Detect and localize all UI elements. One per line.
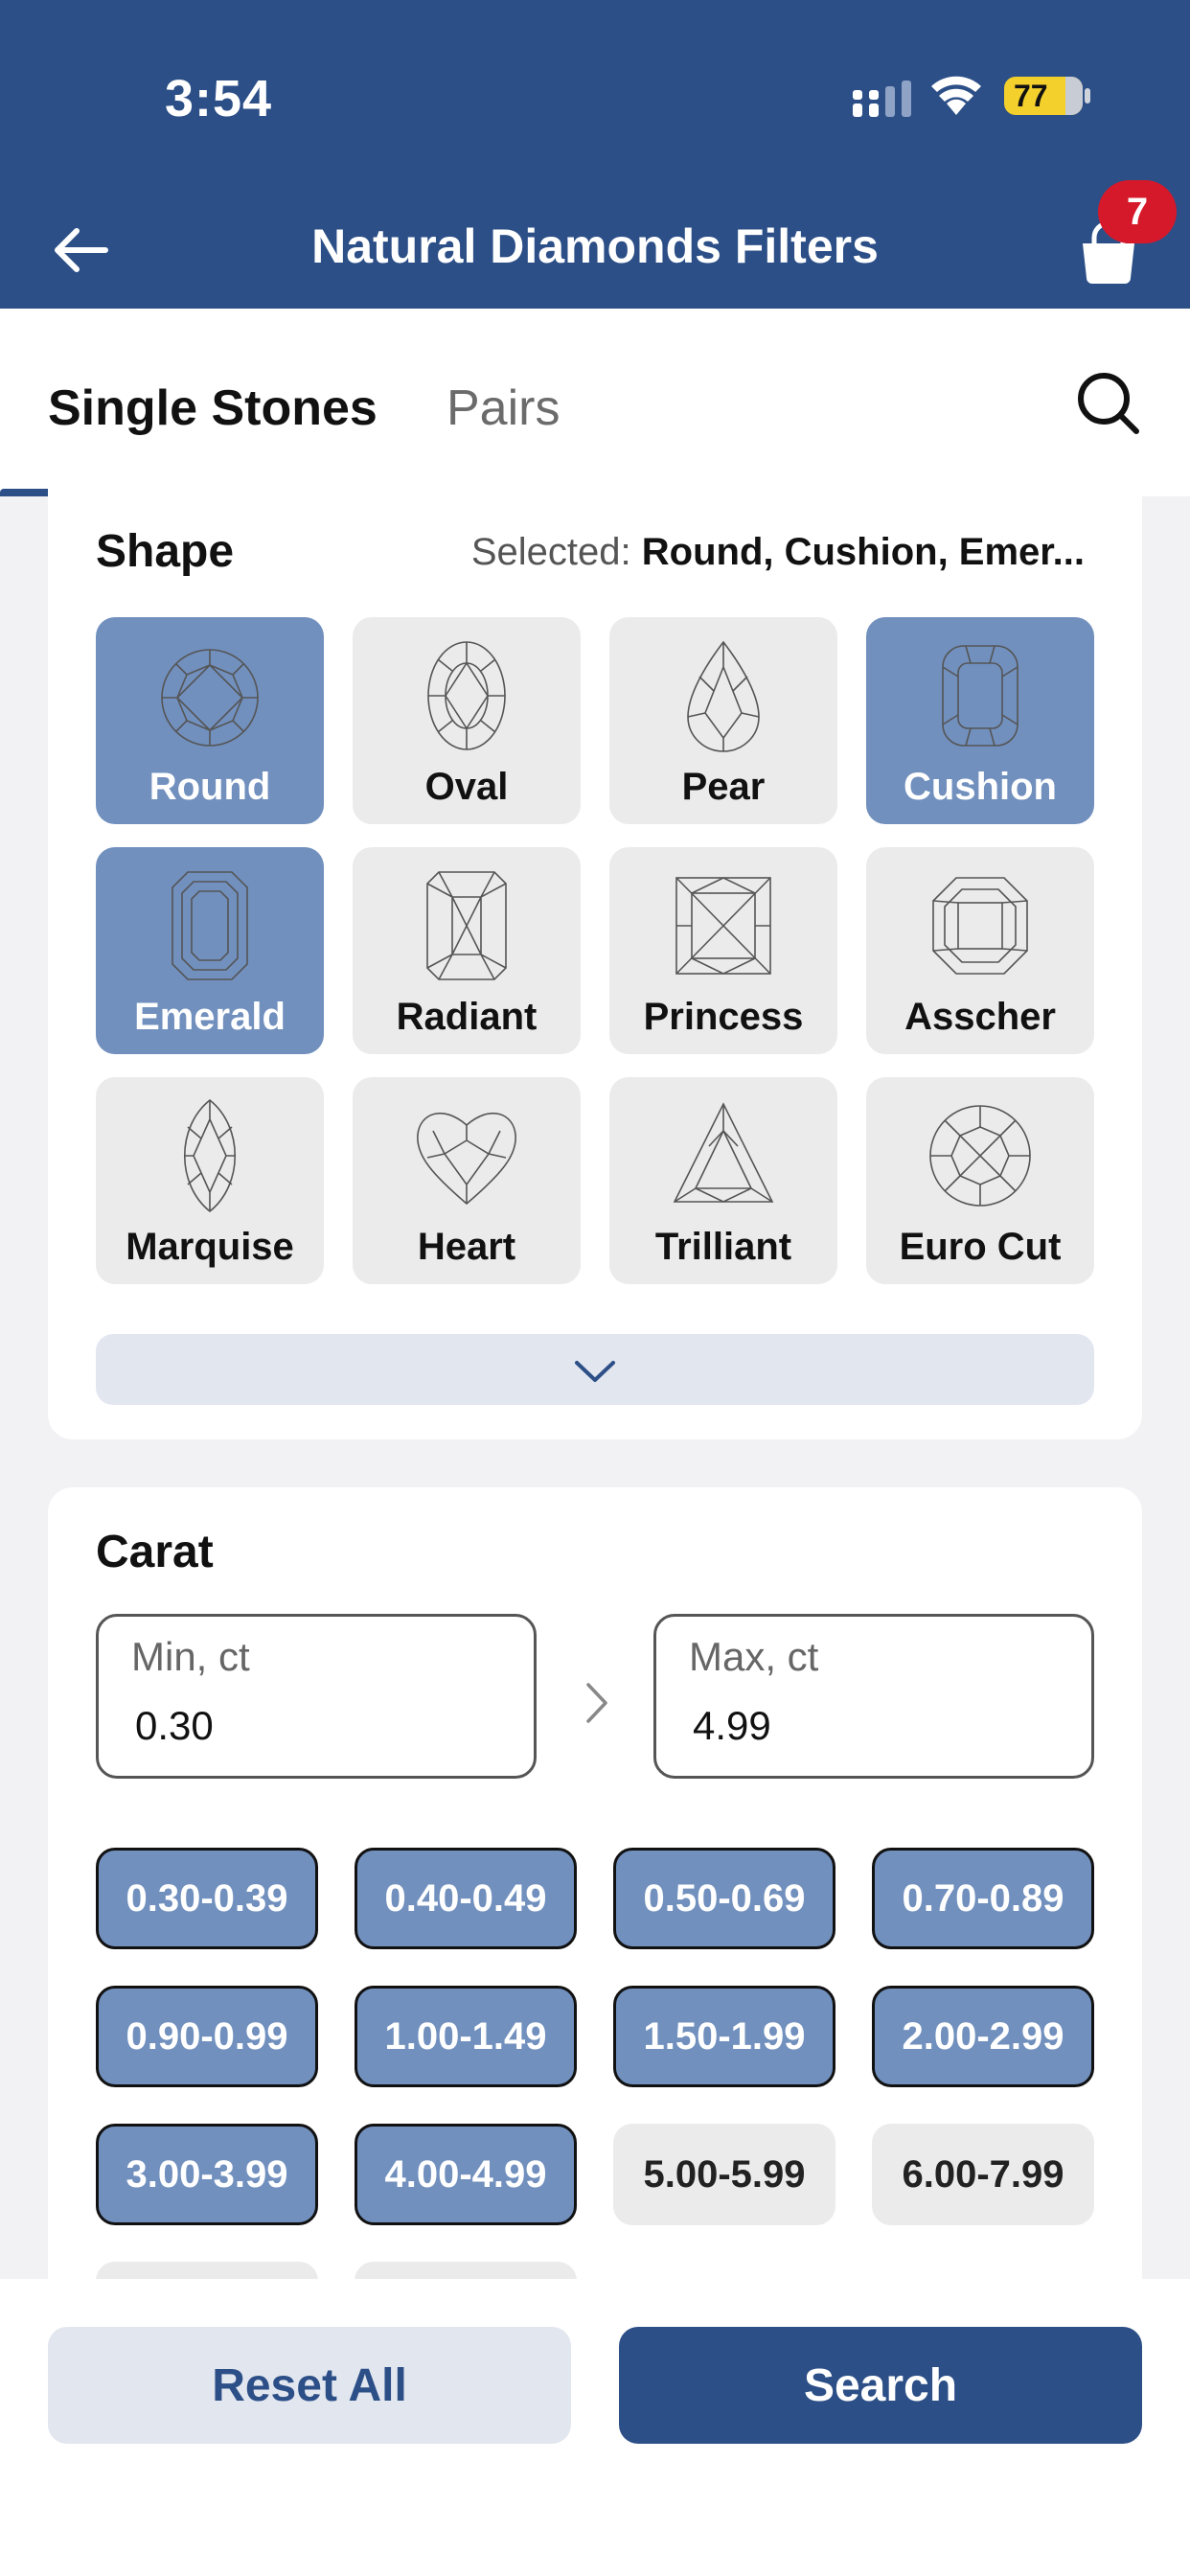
shape-label: Oval xyxy=(424,766,509,808)
wifi-icon xyxy=(931,76,981,115)
battery-level: 77 xyxy=(1014,78,1048,113)
radiant-diamond-icon xyxy=(426,871,507,980)
battery-icon: 77 xyxy=(1004,77,1090,115)
reset-all-button[interactable]: Reset All xyxy=(48,2327,571,2444)
carat-range-chip[interactable]: 0.40-0.49 xyxy=(355,1848,577,1949)
cushion-diamond-icon xyxy=(942,645,1018,747)
round-diamond-icon xyxy=(161,649,259,747)
shape-tile-marquise[interactable]: Marquise xyxy=(96,1077,324,1284)
shape-label: Cushion xyxy=(904,766,1057,808)
selected-prefix: Selected: xyxy=(470,531,631,573)
marquise-diamond-icon xyxy=(184,1098,236,1213)
tab-single-stones[interactable]: Single Stones xyxy=(48,380,378,437)
asscher-diamond-icon xyxy=(932,877,1028,975)
shape-filter-card: Shape Selected: Round, Cushion, Emer... … xyxy=(48,483,1142,1439)
status-time: 3:54 xyxy=(165,70,273,127)
shape-tile-trilliant[interactable]: Trilliant xyxy=(609,1077,837,1284)
carat-range-chip[interactable]: 2.00-2.99 xyxy=(872,1986,1094,2087)
princess-diamond-icon xyxy=(675,877,771,975)
stone-type-tabs: Single Stones Pairs xyxy=(0,309,1190,496)
shape-label: Pear xyxy=(681,766,766,808)
max-carat-field[interactable]: Max, ct 4.99 xyxy=(653,1614,1094,1779)
heart-diamond-icon xyxy=(417,1112,516,1206)
shape-label: Emerald xyxy=(134,996,286,1038)
shape-label: Round xyxy=(149,766,271,808)
shape-label: Euro Cut xyxy=(899,1226,1062,1268)
carat-range-chip[interactable]: 0.30-0.39 xyxy=(96,1848,318,1949)
shape-label: Asscher xyxy=(904,996,1056,1038)
oval-diamond-icon xyxy=(427,641,506,750)
chevron-down-icon xyxy=(575,1361,615,1382)
shape-tile-euro-cut[interactable]: Euro Cut xyxy=(866,1077,1094,1284)
min-carat-field[interactable]: Min, ct 0.30 xyxy=(96,1614,537,1779)
shape-tile-pear[interactable]: Pear xyxy=(609,617,837,824)
min-carat-value[interactable]: 0.30 xyxy=(135,1703,214,1749)
shape-tile-heart[interactable]: Heart xyxy=(353,1077,581,1284)
carat-range-chip[interactable]: 1.50-1.99 xyxy=(613,1986,835,2087)
search-button[interactable]: Search xyxy=(619,2327,1142,2444)
min-carat-label: Min, ct xyxy=(131,1634,250,1679)
shape-label: Trilliant xyxy=(654,1226,792,1268)
shape-label: Heart xyxy=(417,1226,516,1268)
shape-label: Princess xyxy=(643,996,804,1038)
selected-shapes-summary: Selected: Round, Cushion, Emer... xyxy=(471,531,1085,574)
carat-range-chip[interactable]: 0.70-0.89 xyxy=(872,1848,1094,1949)
shape-tile-oval[interactable]: Oval xyxy=(353,617,581,824)
trilliant-diamond-icon xyxy=(673,1102,774,1203)
emerald-diamond-icon xyxy=(172,871,248,980)
carat-range-chip[interactable]: 0.50-0.69 xyxy=(613,1848,835,1949)
selected-shapes-value: Round, Cushion, Emer... xyxy=(641,531,1085,573)
chevron-right-icon xyxy=(586,1683,607,1723)
shape-label: Radiant xyxy=(396,996,538,1038)
carat-section-title: Carat xyxy=(96,1527,214,1577)
euro-cut-diamond-icon xyxy=(929,1105,1031,1207)
shape-section-title: Shape xyxy=(96,526,235,577)
cart-count-badge: 7 xyxy=(1098,180,1177,243)
shape-tile-asscher[interactable]: Asscher xyxy=(866,847,1094,1054)
carat-range-chip[interactable]: 0.90-0.99 xyxy=(96,1986,318,2087)
shape-tile-princess[interactable]: Princess xyxy=(609,847,837,1054)
expand-shapes-button[interactable] xyxy=(96,1334,1094,1405)
carat-range-chip[interactable]: 3.00-3.99 xyxy=(96,2124,318,2225)
page-title: Natural Diamonds Filters xyxy=(311,219,879,273)
bottom-action-bar: Reset All Search xyxy=(0,2279,1190,2576)
search-icon[interactable] xyxy=(1073,368,1142,437)
max-carat-label: Max, ct xyxy=(689,1634,819,1679)
shape-tile-cushion[interactable]: Cushion xyxy=(866,617,1094,824)
shape-tile-radiant[interactable]: Radiant xyxy=(353,847,581,1054)
cellular-signal-icon xyxy=(853,80,911,117)
max-carat-value[interactable]: 4.99 xyxy=(693,1703,771,1749)
tab-pairs[interactable]: Pairs xyxy=(446,380,560,437)
shape-tile-round[interactable]: Round xyxy=(96,617,324,824)
carat-range-chip[interactable]: 6.00-7.99 xyxy=(872,2124,1094,2225)
shape-tile-emerald[interactable]: Emerald xyxy=(96,847,324,1054)
app-header: 3:54 77 Natural Diamonds Filters 7 xyxy=(0,0,1190,309)
carat-range-chip[interactable]: 1.00-1.49 xyxy=(355,1986,577,2087)
pear-diamond-icon xyxy=(687,640,760,752)
shape-label: Marquise xyxy=(126,1226,294,1268)
carat-range-chip[interactable]: 5.00-5.99 xyxy=(613,2124,835,2225)
carat-range-chip[interactable]: 4.00-4.99 xyxy=(355,2124,577,2225)
